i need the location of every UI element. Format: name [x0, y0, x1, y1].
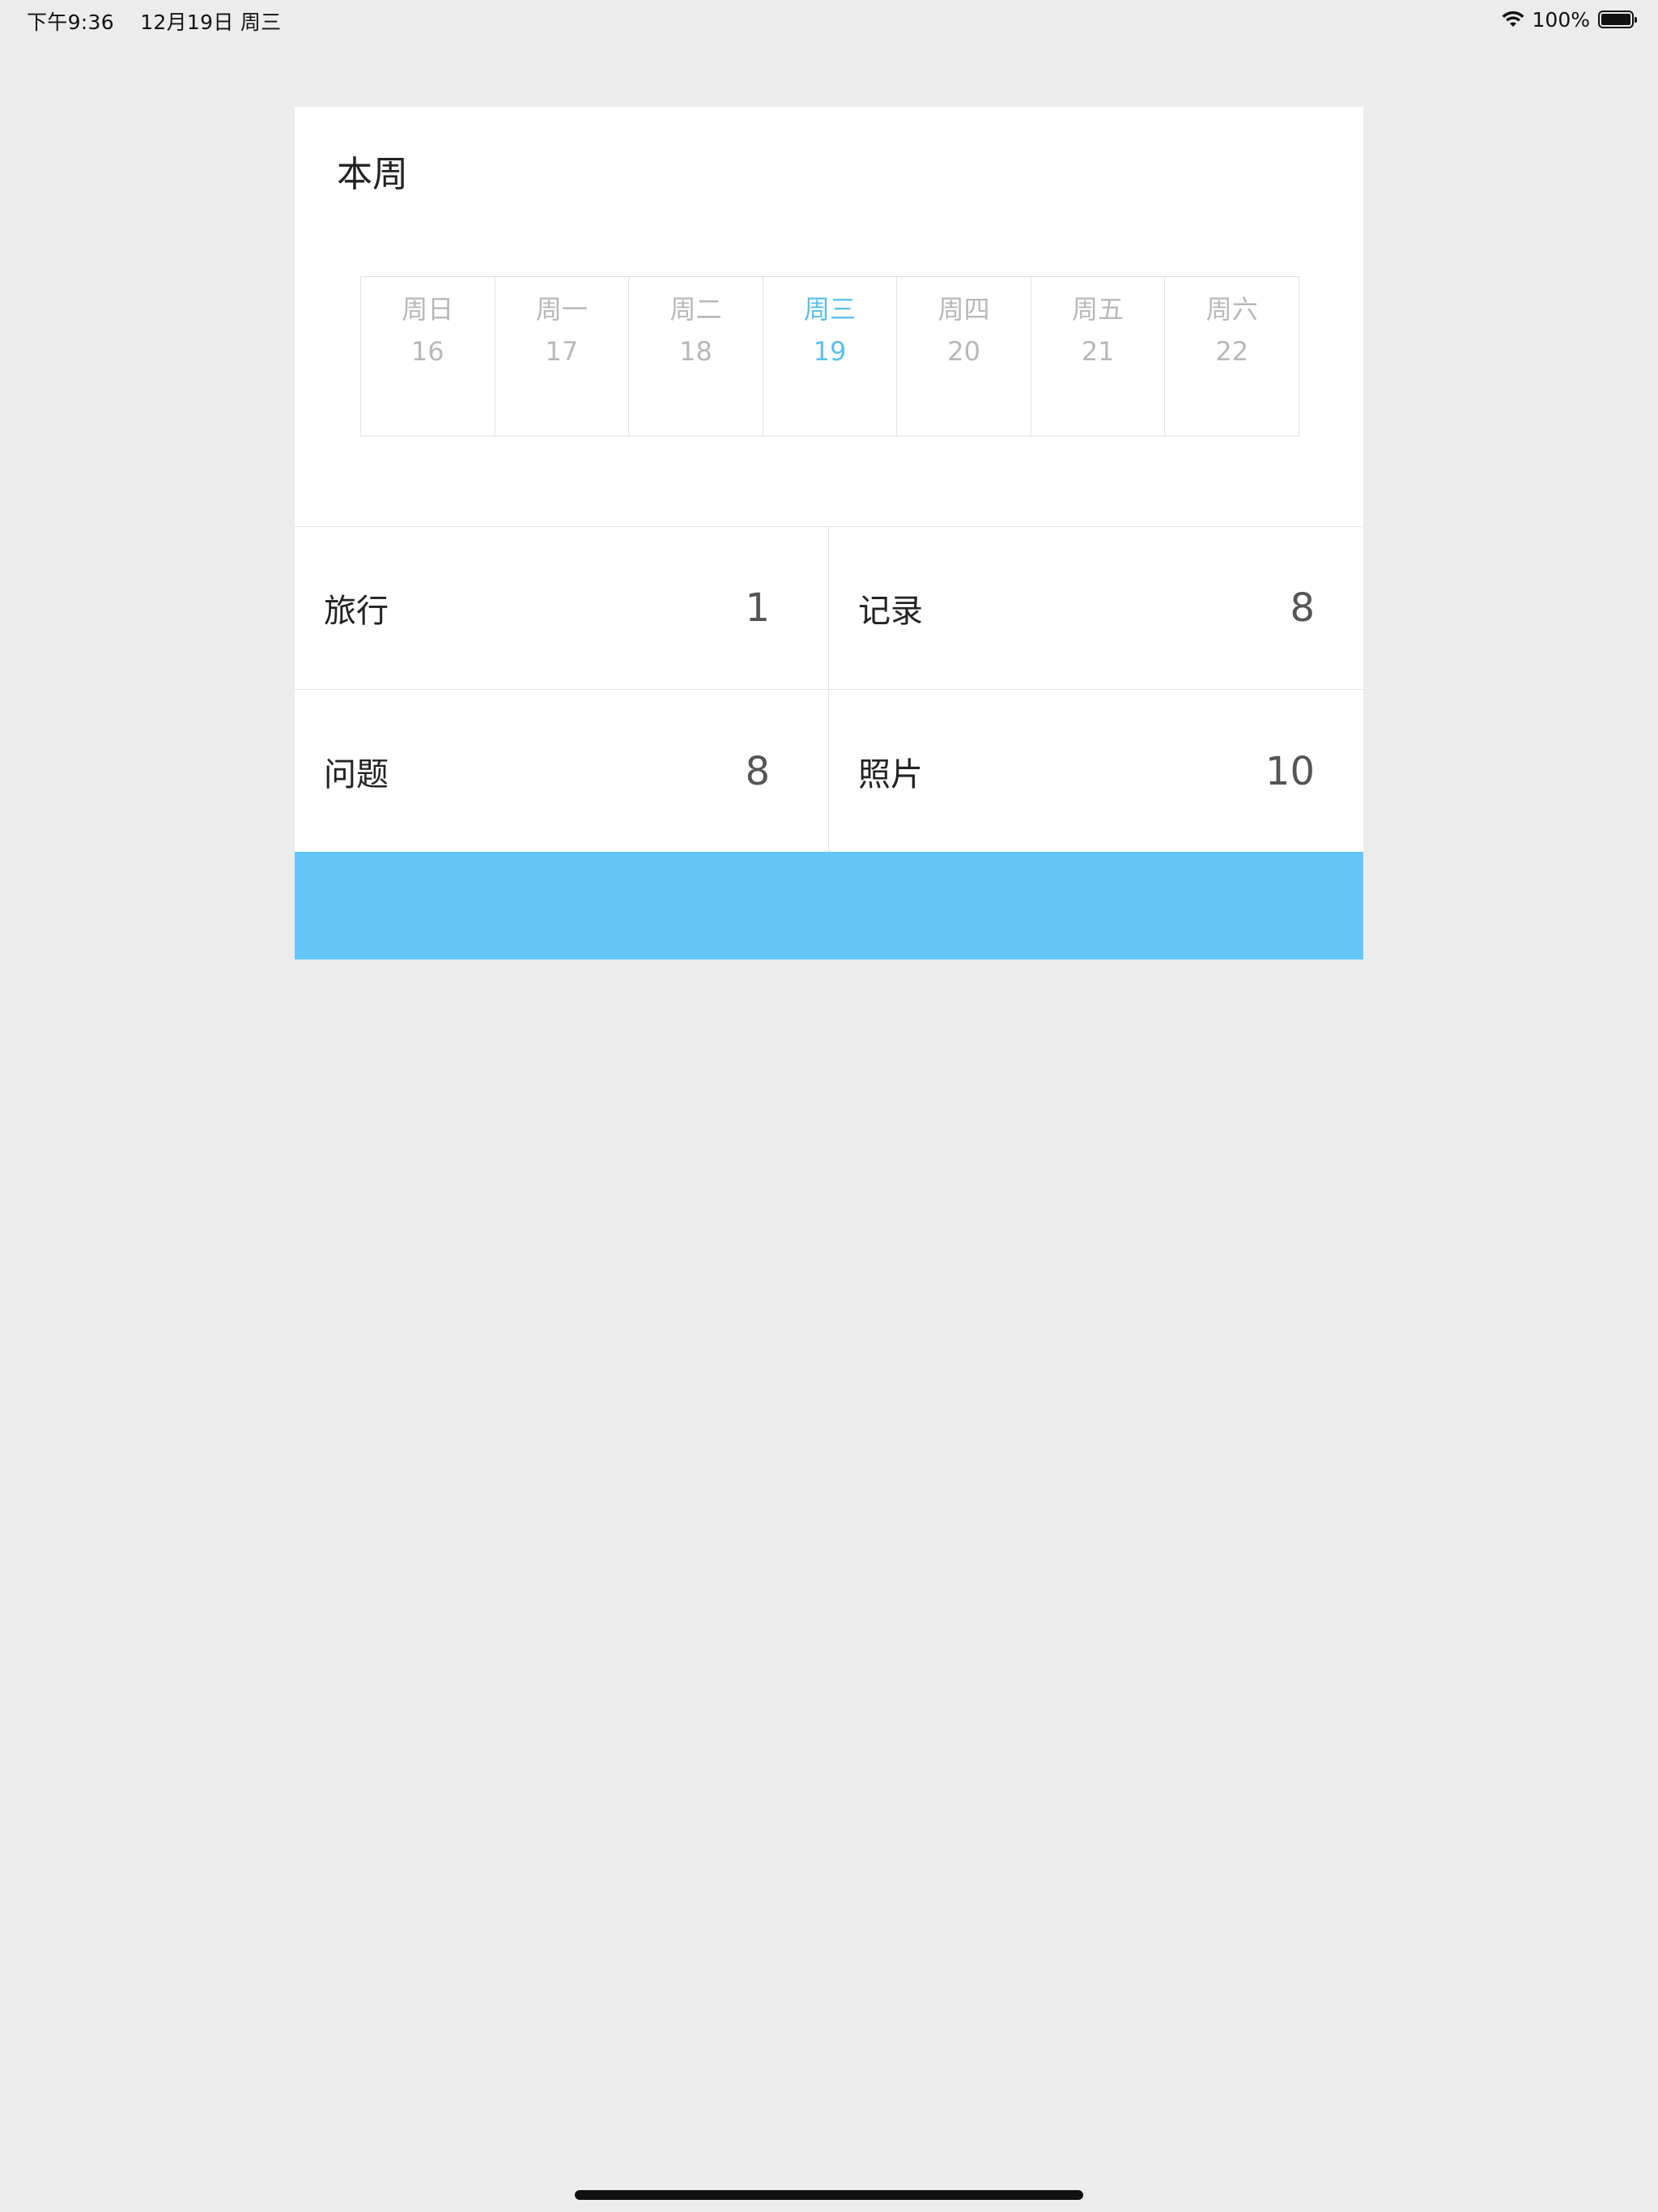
day-cell-thursday[interactable]: 周四 20	[897, 277, 1031, 436]
day-cell-wednesday[interactable]: 周三 19	[763, 277, 898, 436]
day-name: 周三	[804, 294, 857, 325]
status-left: 下午9:36 12月19日 周三	[27, 6, 300, 36]
stat-label: 记录	[858, 593, 923, 630]
battery-fill	[1601, 14, 1630, 25]
stat-cell-issues[interactable]: 问题 8	[295, 690, 829, 853]
day-cell-sunday[interactable]: 周日 16	[361, 277, 495, 436]
week-calendar: 周日 16 周一 17 周二 18 周三 19 周四 20 周五 21 周六 2…	[360, 276, 1299, 436]
day-number: 16	[410, 336, 444, 367]
stat-value: 1	[745, 585, 770, 631]
day-cell-saturday[interactable]: 周六 22	[1165, 277, 1299, 436]
status-date: 12月19日 周三	[140, 11, 282, 34]
day-cell-monday[interactable]: 周一 17	[495, 277, 630, 436]
day-number: 21	[1081, 336, 1115, 367]
battery-percent: 100%	[1532, 7, 1590, 32]
day-number: 18	[679, 336, 712, 367]
day-number: 17	[545, 336, 579, 367]
stat-label: 旅行	[324, 593, 389, 630]
stats-grid: 旅行 1 记录 8 问题 8 照片 10	[295, 526, 1363, 853]
stat-label: 问题	[324, 755, 389, 793]
page-title: 本周	[337, 154, 408, 195]
status-bar: 下午9:36 12月19日 周三 100%	[0, 0, 1658, 39]
day-number: 22	[1215, 336, 1249, 367]
day-number: 20	[947, 336, 980, 367]
stat-value: 8	[745, 748, 770, 794]
stat-cell-trips[interactable]: 旅行 1	[295, 527, 829, 690]
action-bar[interactable]	[295, 852, 1363, 959]
status-right: 100%	[1502, 6, 1637, 32]
stat-label: 照片	[858, 755, 923, 793]
day-name: 周一	[535, 294, 588, 325]
day-name: 周四	[937, 294, 990, 325]
home-indicator[interactable]	[575, 2190, 1083, 2200]
day-name: 周二	[670, 294, 722, 325]
stat-cell-photos[interactable]: 照片 10	[829, 690, 1363, 853]
day-name: 周五	[1072, 294, 1124, 325]
stat-value: 8	[1290, 585, 1315, 631]
day-number: 19	[813, 336, 847, 367]
stat-cell-records[interactable]: 记录 8	[829, 527, 1363, 690]
day-name: 周六	[1205, 294, 1258, 325]
day-name: 周日	[402, 294, 454, 325]
day-cell-tuesday[interactable]: 周二 18	[629, 277, 763, 436]
day-cell-friday[interactable]: 周五 21	[1031, 277, 1166, 436]
battery-icon	[1598, 11, 1637, 28]
status-time: 下午9:36	[27, 11, 114, 34]
week-summary-card: 本周 周日 16 周一 17 周二 18 周三 19 周四 20 周五 21 周…	[295, 107, 1363, 959]
stat-value: 10	[1265, 748, 1315, 794]
wifi-icon	[1502, 11, 1524, 27]
